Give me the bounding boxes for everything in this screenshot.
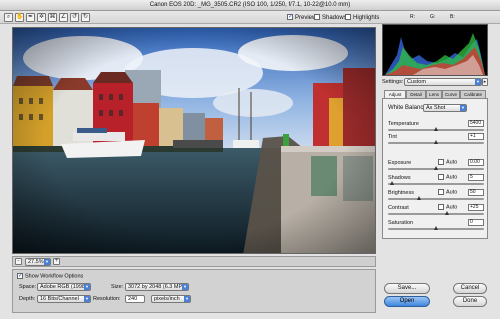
shadows-label: Shadows (322, 15, 347, 21)
settings-row: Settings: Custom ▼ ▸ (382, 78, 488, 88)
space-select[interactable]: Adobe RGB (1998) ▼ (37, 283, 91, 291)
shadows-auto-checkbox[interactable]: Auto (438, 174, 457, 180)
slider-row-saturation: Saturation 0 (388, 219, 484, 232)
zoom-bar: - 27.5% ▼ + (12, 256, 376, 267)
g-label: G: (430, 14, 436, 20)
exposure-label: Exposure (388, 160, 412, 166)
brightness-slider-track[interactable] (388, 198, 484, 200)
panel-tabs: Adjust Detail Lens Curve Calibrate (382, 90, 488, 98)
resolution-unit-select[interactable]: pixels/inch ▼ (151, 295, 191, 303)
shadows-value-input[interactable]: 5 (468, 174, 484, 181)
brightness-slider-thumb[interactable] (417, 196, 422, 200)
histogram-graph (385, 33, 485, 75)
exposure-value-input[interactable]: 0.00 (468, 159, 484, 166)
chevron-down-icon: ▼ (475, 79, 481, 85)
contrast-auto-checkbox[interactable]: Auto (438, 204, 457, 210)
zoom-select[interactable]: 27.5% ▼ (25, 258, 51, 266)
zoom-out-button[interactable]: - (15, 258, 22, 265)
tab-curve[interactable]: Curve (442, 90, 460, 98)
slider-row-shadows: Shadows Auto 5 (388, 174, 484, 187)
contrast-label: Contrast (388, 205, 409, 211)
tint-label: Tint (388, 134, 397, 140)
tint-value-input[interactable]: +1 (468, 133, 484, 140)
check-icon: ✓ (287, 14, 294, 21)
chevron-down-icon: ▼ (182, 284, 188, 290)
highlights-checkbox[interactable]: Highlights (345, 14, 379, 22)
zoom-value: 27.5% (28, 259, 44, 265)
temperature-slider-thumb[interactable] (433, 127, 438, 131)
straighten-icon[interactable]: ∠ (59, 13, 68, 22)
rotate-left-icon[interactable]: ↺ (70, 13, 79, 22)
exposure-auto-checkbox[interactable]: Auto (438, 159, 457, 165)
crop-icon[interactable]: ⌘ (48, 13, 57, 22)
resolution-input[interactable]: 240 (125, 295, 145, 303)
settings-select[interactable]: Custom ▼ (404, 78, 482, 86)
size-label: Size: (111, 284, 124, 290)
window-title: Canon EOS 20D: _MG_3505.CR2 (ISO 100, 1/… (149, 2, 351, 8)
title-bar: Canon EOS 20D: _MG_3505.CR2 (ISO 100, 1/… (0, 0, 500, 11)
tab-lens[interactable]: Lens (426, 90, 442, 98)
chevron-down-icon: ▼ (460, 105, 466, 111)
depth-select[interactable]: 16 Bits/Channel ▼ (37, 295, 91, 303)
size-select[interactable]: 3072 by 2048 (6.3 MP) ▼ (125, 283, 189, 291)
saturation-label: Saturation (388, 220, 414, 226)
contrast-slider-thumb[interactable] (445, 211, 450, 215)
image-preview[interactable] (12, 27, 376, 254)
r-label: R: (410, 14, 415, 20)
hand-icon[interactable]: ✋ (15, 13, 24, 22)
brightness-auto-checkbox[interactable]: Auto (438, 189, 457, 195)
slider-row-exposure: Exposure Auto 0.00 (388, 159, 484, 172)
shadows-slider-thumb[interactable] (390, 181, 395, 185)
highlights-label: Highlights (353, 15, 380, 21)
open-button[interactable]: Open (384, 296, 430, 307)
eyedropper-icon[interactable]: ✒ (26, 13, 35, 22)
chevron-down-icon: ▼ (184, 296, 190, 302)
chevron-down-icon: ▼ (44, 259, 50, 265)
zoom-in-button[interactable]: + (53, 258, 60, 265)
camera-raw-window: Canon EOS 20D: _MG_3505.CR2 (ISO 100, 1/… (0, 0, 500, 319)
slider-row-tint: Tint +1 (388, 133, 484, 146)
preview-checkbox[interactable]: ✓ Preview (287, 14, 316, 22)
brightness-value-input[interactable]: 50 (468, 189, 484, 196)
zoom-icon[interactable]: ⌕ (4, 13, 13, 22)
settings-label: Settings: (382, 79, 404, 85)
temperature-label: Temperature (388, 121, 419, 127)
save-button[interactable]: Save... (384, 283, 430, 294)
resolution-label: Resolution: (93, 296, 121, 302)
contrast-value-input[interactable]: +25 (468, 204, 484, 211)
color-sampler-icon[interactable]: ✲ (37, 13, 46, 22)
done-button[interactable]: Done (453, 296, 487, 307)
tab-adjust[interactable]: Adjust (384, 90, 406, 98)
brightness-label: Brightness (388, 190, 414, 196)
saturation-slider-thumb[interactable] (433, 226, 438, 230)
chevron-down-icon: ▼ (84, 284, 90, 290)
contrast-slider-track[interactable] (388, 213, 484, 215)
slider-row-contrast: Contrast Auto +25 (388, 204, 484, 217)
histogram (382, 24, 488, 76)
tab-calibrate[interactable]: Calibrate (460, 90, 486, 98)
shadows-slider-track[interactable] (388, 183, 484, 185)
white-balance-select[interactable]: As Shot ▼ (423, 104, 467, 112)
tab-detail[interactable]: Detail (406, 90, 426, 98)
b-label: B: (450, 14, 455, 20)
settings-menu-icon[interactable]: ▸ (482, 78, 488, 86)
check-icon: ✓ (17, 273, 24, 279)
exposure-slider-thumb[interactable] (433, 166, 438, 170)
chevron-down-icon: ▼ (84, 296, 90, 302)
saturation-value-input[interactable]: 0 (468, 219, 484, 226)
slider-row-temperature: Temperature 5400 (388, 120, 484, 133)
depth-label: Depth: (19, 296, 36, 302)
temperature-value-input[interactable]: 5400 (468, 120, 484, 127)
workflow-options: ✓ Show Workflow Options Space: Adobe RGB … (12, 269, 376, 313)
shadows-checkbox[interactable]: Shadows (314, 14, 347, 22)
harbor-photo (13, 28, 375, 253)
adjust-panel: White Balance: As Shot ▼ Temperature 5400 T… (382, 98, 488, 239)
cancel-button[interactable]: Cancel (453, 283, 487, 294)
workflow-toggle[interactable]: ✓ Show Workflow Options (17, 273, 83, 279)
space-label: Space: (19, 284, 37, 290)
tint-slider-thumb[interactable] (434, 140, 439, 144)
slider-row-brightness: Brightness Auto 50 (388, 189, 484, 202)
rgb-readout: R: G: B: (382, 14, 488, 22)
rotate-right-icon[interactable]: ↻ (81, 13, 90, 22)
